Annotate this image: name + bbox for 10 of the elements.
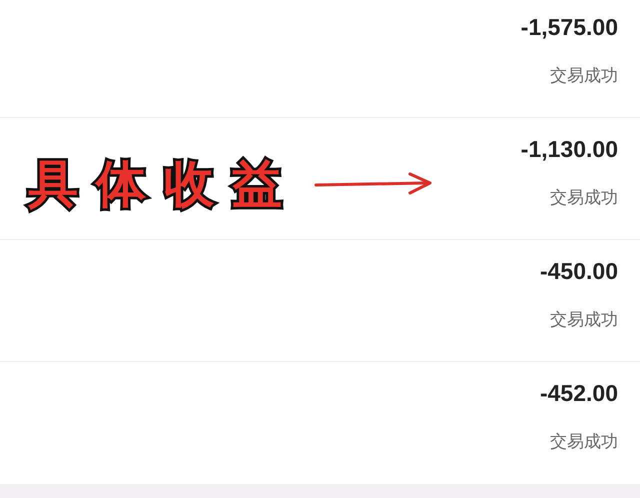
transaction-status: 交易成功 xyxy=(550,187,618,210)
transaction-amount: -1,130.00 xyxy=(520,135,618,164)
transaction-amount: -1,575.00 xyxy=(520,13,618,42)
transaction-status: 交易成功 xyxy=(550,65,618,88)
transaction-amount: -452.00 xyxy=(540,379,618,408)
transaction-status: 交易成功 xyxy=(550,309,618,332)
transaction-status: 交易成功 xyxy=(550,431,618,454)
arrow-icon xyxy=(314,172,434,196)
annotation-label: 具体收益 xyxy=(28,154,300,215)
transaction-amount: -450.00 xyxy=(540,257,618,286)
